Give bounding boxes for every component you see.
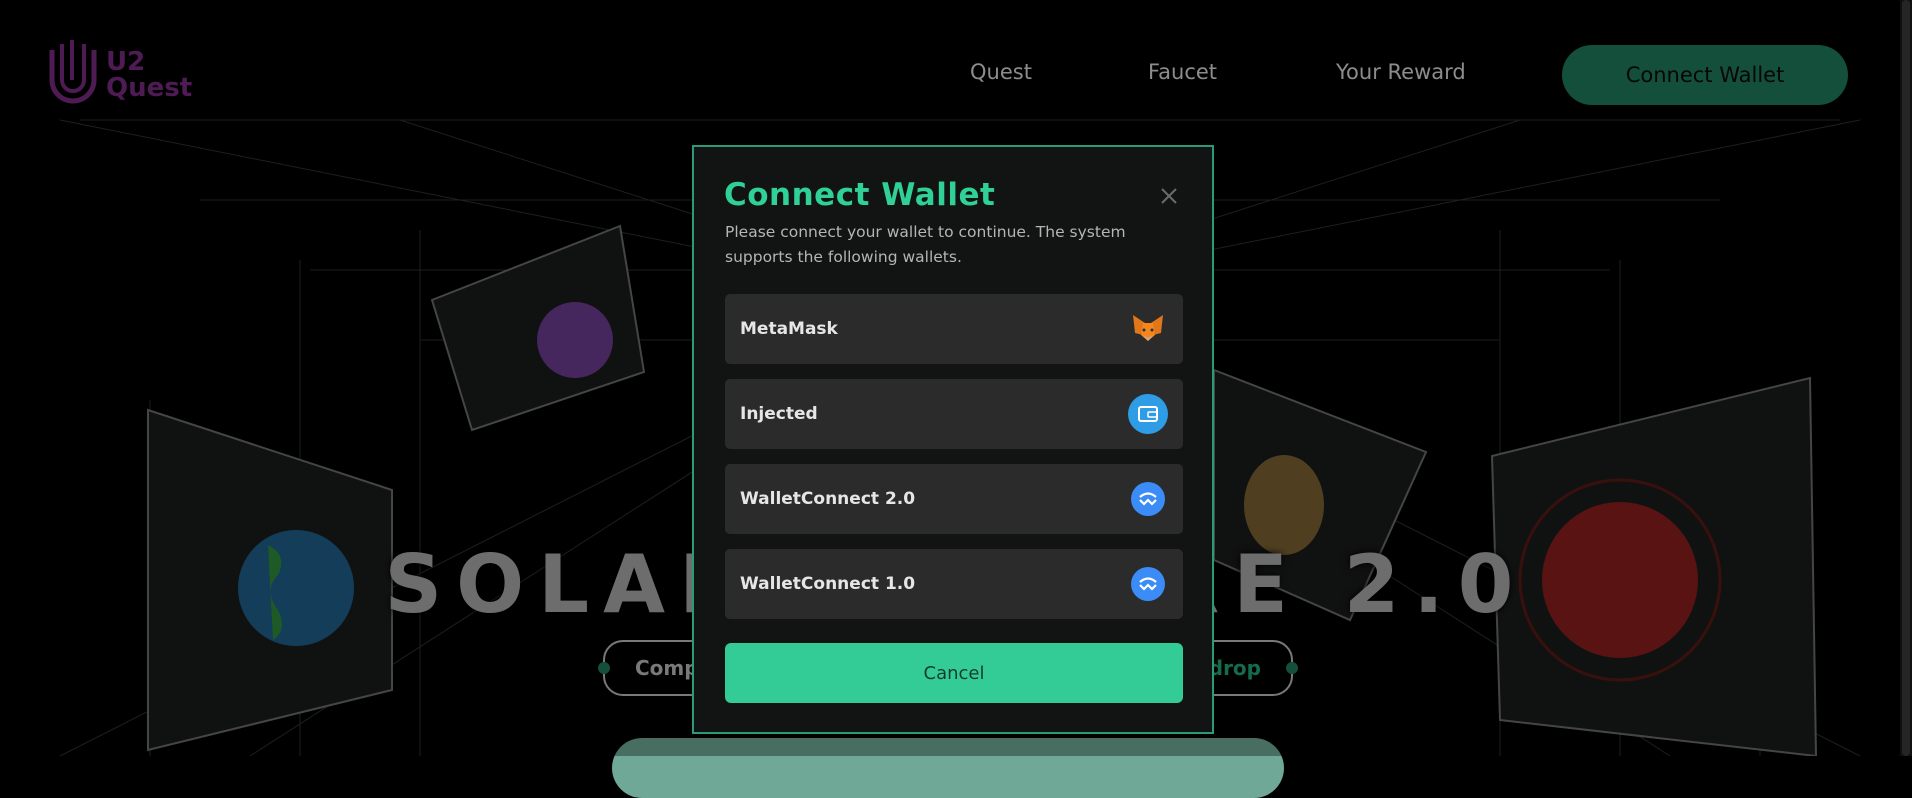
walletconnect-icon (1128, 479, 1168, 519)
wallet-option-injected[interactable]: Injected (725, 379, 1183, 449)
wallet-label: WalletConnect 1.0 (740, 574, 916, 594)
connect-wallet-modal: Connect Wallet Please connect your walle… (692, 145, 1214, 734)
cancel-button[interactable]: Cancel (725, 643, 1183, 703)
wallet-label: Injected (740, 404, 818, 424)
close-icon[interactable] (1158, 185, 1180, 207)
wallet-option-walletconnect-2[interactable]: WalletConnect 2.0 (725, 464, 1183, 534)
wallet-icon (1128, 394, 1168, 434)
wallet-option-walletconnect-1[interactable]: WalletConnect 1.0 (725, 549, 1183, 619)
modal-title: Connect Wallet (724, 177, 996, 213)
wallet-label: MetaMask (740, 319, 838, 339)
wallet-label: WalletConnect 2.0 (740, 489, 916, 509)
walletconnect-icon (1128, 564, 1168, 604)
modal-description: Please connect your wallet to continue. … (725, 223, 1126, 266)
wallet-option-metamask[interactable]: MetaMask (725, 294, 1183, 364)
metamask-fox-icon (1128, 309, 1168, 349)
